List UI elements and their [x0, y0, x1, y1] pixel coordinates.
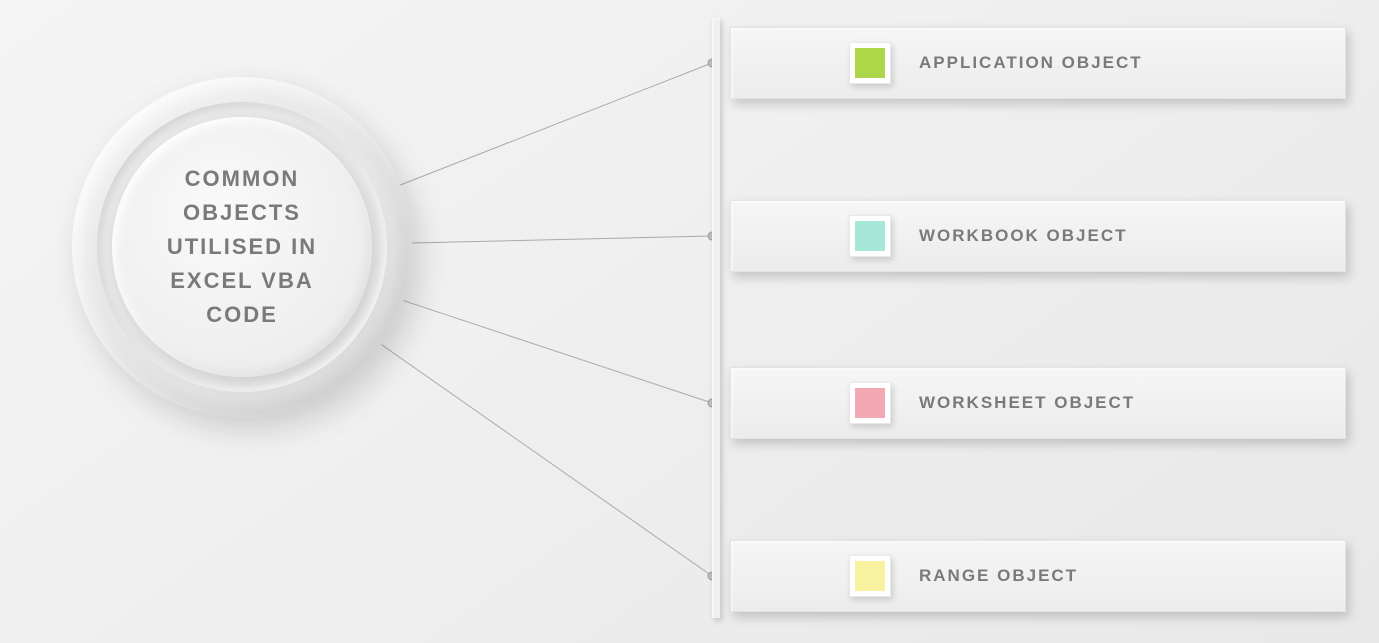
item-label: APPLICATION OBJECT: [919, 53, 1143, 73]
list-item: WORKSHEET OBJECT: [730, 367, 1346, 439]
color-swatch: [855, 48, 885, 78]
color-swatch: [855, 561, 885, 591]
list-item: WORKBOOK OBJECT: [730, 200, 1346, 272]
item-label: WORKBOOK OBJECT: [919, 226, 1128, 246]
center-circle-inner: COMMON OBJECTS UTILISED IN EXCEL VBA COD…: [112, 117, 372, 377]
diagram-canvas: COMMON OBJECTS UTILISED IN EXCEL VBA COD…: [0, 0, 1379, 643]
center-title: COMMON OBJECTS UTILISED IN EXCEL VBA COD…: [167, 162, 317, 332]
color-swatch: [855, 221, 885, 251]
item-label: RANGE OBJECT: [919, 566, 1078, 586]
color-swatch-frame: [849, 382, 891, 424]
list-item: APPLICATION OBJECT: [730, 27, 1346, 99]
color-swatch-frame: [849, 555, 891, 597]
item-label: WORKSHEET OBJECT: [919, 393, 1135, 413]
vertical-bar: [712, 18, 720, 618]
list-item: RANGE OBJECT: [730, 540, 1346, 612]
color-swatch-frame: [849, 42, 891, 84]
center-circle-ring: COMMON OBJECTS UTILISED IN EXCEL VBA COD…: [97, 102, 387, 392]
center-circle: COMMON OBJECTS UTILISED IN EXCEL VBA COD…: [72, 77, 412, 417]
color-swatch: [855, 388, 885, 418]
color-swatch-frame: [849, 215, 891, 257]
